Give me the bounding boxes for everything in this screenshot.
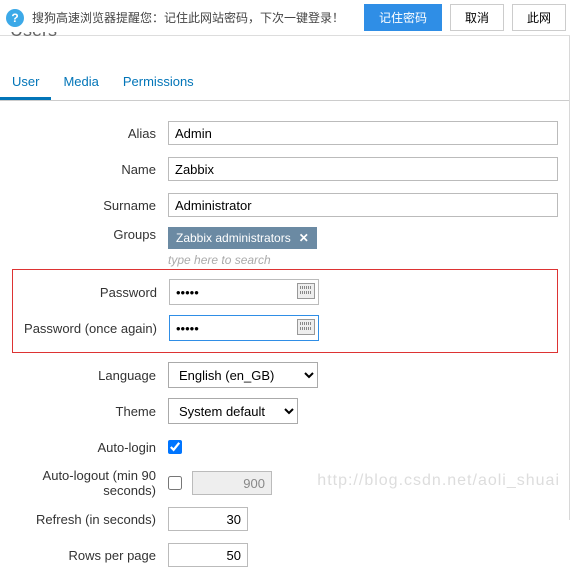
keyboard-icon[interactable] bbox=[297, 283, 315, 299]
keyboard-icon[interactable] bbox=[297, 319, 315, 335]
browser-message: 搜狗高速浏览器提醒您：记住此网站密码，下次一键登录！ bbox=[32, 9, 344, 26]
group-tag-label: Zabbix administrators bbox=[176, 231, 291, 245]
theme-select[interactable]: System default bbox=[168, 398, 298, 424]
language-select[interactable]: English (en_GB) bbox=[168, 362, 318, 388]
tab-media[interactable]: Media bbox=[51, 66, 110, 100]
remember-password-button[interactable]: 记住密码 bbox=[364, 4, 442, 31]
refresh-input[interactable] bbox=[168, 507, 248, 531]
group-tag[interactable]: Zabbix administrators ✕ bbox=[168, 227, 317, 249]
rows-per-page-input[interactable] bbox=[168, 543, 248, 567]
alias-label: Alias bbox=[0, 126, 168, 141]
cancel-button[interactable]: 取消 bbox=[450, 4, 504, 31]
autologout-checkbox[interactable] bbox=[168, 476, 182, 490]
surname-label: Surname bbox=[0, 198, 168, 213]
rows-label: Rows per page bbox=[0, 548, 168, 563]
password-again-label: Password (once again) bbox=[13, 321, 169, 336]
groups-search-placeholder[interactable]: type here to search bbox=[168, 253, 271, 267]
surname-input[interactable] bbox=[168, 193, 558, 217]
groups-label: Groups bbox=[0, 227, 168, 242]
browser-save-password-bar: ? 搜狗高速浏览器提醒您：记住此网站密码，下次一键登录！ 记住密码 取消 此网 bbox=[0, 0, 570, 36]
autologout-label: Auto-logout (min 90 seconds) bbox=[0, 468, 168, 498]
refresh-label: Refresh (in seconds) bbox=[0, 512, 168, 527]
autologin-label: Auto-login bbox=[0, 440, 168, 455]
name-label: Name bbox=[0, 162, 168, 177]
password-label: Password bbox=[13, 285, 169, 300]
alias-input[interactable] bbox=[168, 121, 558, 145]
user-form: Alias Name Surname Groups Zabbix adminis… bbox=[0, 101, 570, 573]
this-site-button[interactable]: 此网 bbox=[512, 4, 566, 31]
autologin-checkbox[interactable] bbox=[168, 440, 182, 454]
password-highlight-box: Password Password (once again) bbox=[12, 269, 558, 353]
name-input[interactable] bbox=[168, 157, 558, 181]
language-label: Language bbox=[0, 368, 168, 383]
tab-permissions[interactable]: Permissions bbox=[111, 66, 206, 100]
close-icon[interactable]: ✕ bbox=[299, 231, 309, 245]
info-icon: ? bbox=[6, 9, 24, 27]
tabs: User Media Permissions bbox=[0, 66, 570, 101]
tab-user[interactable]: User bbox=[0, 66, 51, 100]
autologout-input bbox=[192, 471, 272, 495]
theme-label: Theme bbox=[0, 404, 168, 419]
page-title: Users bbox=[0, 32, 570, 46]
